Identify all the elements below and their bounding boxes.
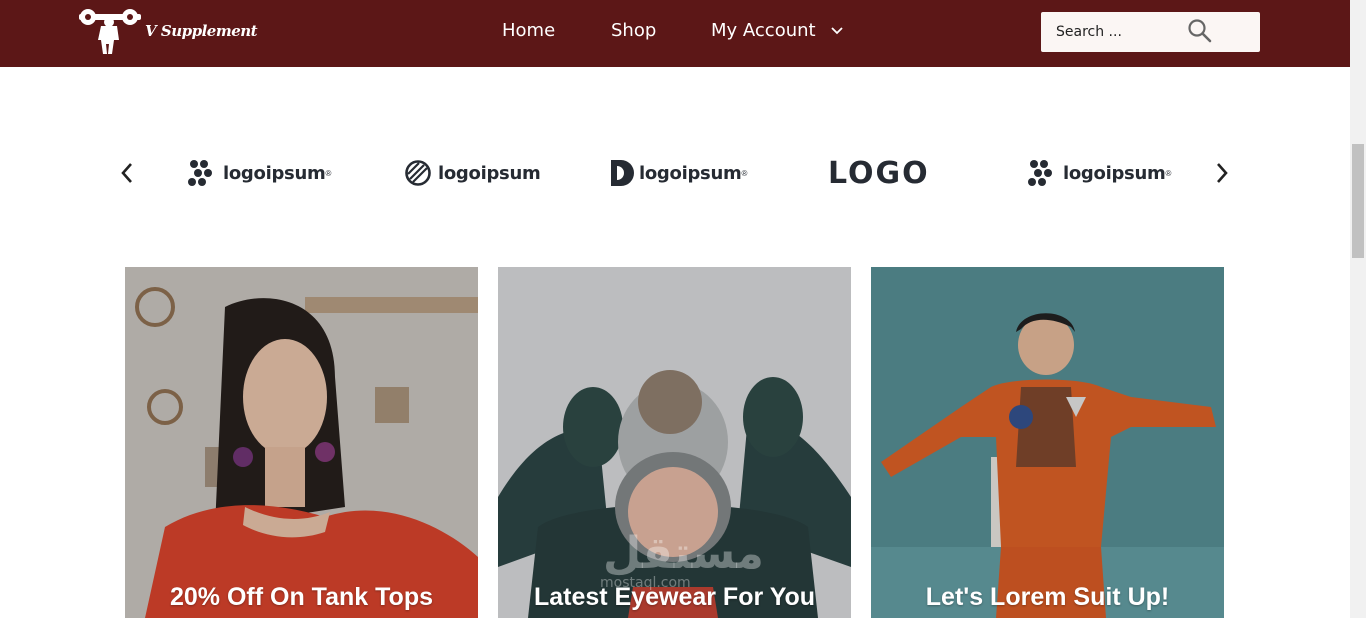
half-circle-icon: [611, 160, 634, 186]
dots-icon: [188, 160, 212, 186]
chevron-down-icon: [831, 27, 843, 35]
partner-logo-3[interactable]: logoipsum ®: [609, 153, 747, 193]
logo-text: LOGO: [828, 155, 930, 191]
scrollbar-thumb[interactable]: [1352, 144, 1364, 258]
promo-card-suit-up[interactable]: Let's Lorem Suit Up!: [871, 267, 1224, 618]
logo-text: logoipsum: [438, 162, 541, 184]
card-overlay: [498, 267, 851, 618]
card-overlay: [871, 267, 1224, 618]
carousel-prev-arrow-icon[interactable]: [119, 160, 135, 186]
card-title: Latest Eyewear For You: [533, 583, 816, 611]
trademark-mark: ®: [1165, 168, 1172, 178]
card-title: Let's Lorem Suit Up!: [925, 583, 1170, 611]
site-header: V Supplement Home Shop My Account: [0, 0, 1350, 67]
promo-card-eyewear[interactable]: Latest Eyewear For You: [498, 267, 851, 618]
card-title: 20% Off On Tank Tops: [170, 583, 433, 611]
search-box: [1041, 12, 1260, 52]
logo-text: logoipsum: [1063, 162, 1166, 184]
circle-slash-icon: [405, 160, 431, 186]
promo-card-tank-tops[interactable]: 20% Off On Tank Tops: [125, 267, 478, 618]
logo-text: logoipsum: [223, 162, 326, 184]
brand-logo[interactable]: V Supplement: [79, 8, 258, 54]
nav-shop[interactable]: Shop: [611, 20, 656, 41]
card-overlay: [125, 267, 478, 618]
nav-my-account[interactable]: My Account: [711, 20, 843, 41]
nav-home[interactable]: Home: [502, 20, 555, 41]
partner-logo-2[interactable]: logoipsum: [404, 153, 541, 193]
brand-name: V Supplement: [145, 22, 258, 40]
page-scrollbar[interactable]: [1350, 0, 1366, 618]
logo-text: logoipsum: [639, 162, 742, 184]
partner-logo-1[interactable]: logoipsum ®: [186, 153, 331, 193]
carousel-next-arrow-icon[interactable]: [1214, 160, 1230, 186]
nav-my-account-label: My Account: [711, 20, 816, 41]
partner-logo-4[interactable]: LOGO: [828, 153, 930, 193]
partner-logo-5[interactable]: logoipsum ®: [1026, 153, 1171, 193]
trademark-mark: ®: [325, 168, 332, 178]
search-icon[interactable]: [1187, 18, 1213, 44]
dots-icon: [1028, 160, 1052, 186]
trademark-mark: ®: [741, 168, 748, 178]
weightlifter-icon: [79, 9, 141, 54]
